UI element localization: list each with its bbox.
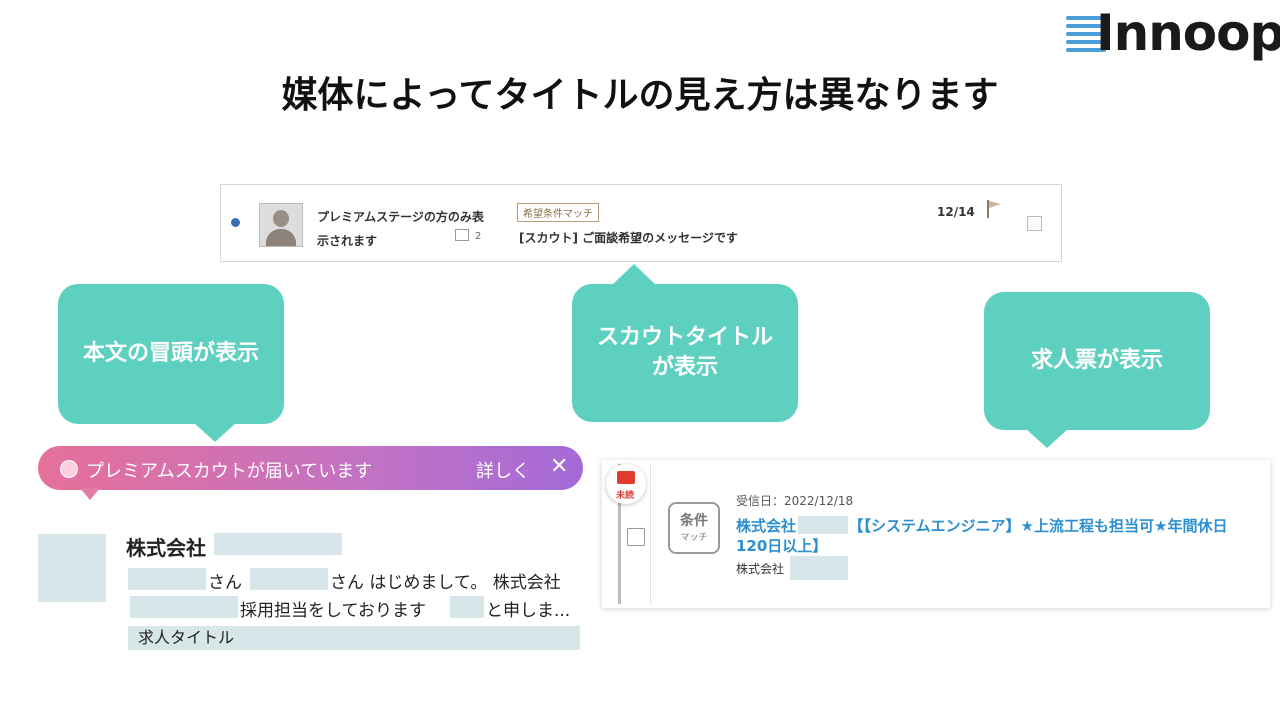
premium-scout-banner[interactable]: プレミアムスカウトが届いています 詳しく ✕ <box>38 446 583 490</box>
callout-body-preview: 本文の冒頭が表示 <box>58 284 284 424</box>
callout-line-1: スカウトタイトル <box>596 325 773 350</box>
page-title: 媒体によってタイトルの見え方は異なります <box>281 75 999 116</box>
scout-icon <box>60 460 78 478</box>
callout-scout-title: スカウトタイトル が表示 <box>572 284 798 422</box>
message-subject[interactable]: [スカウト] ご面談希望のメッセージです <box>519 229 738 246</box>
divider <box>650 464 651 604</box>
body-text: 採用担当をしております <box>240 601 426 621</box>
body-text: さん <box>208 573 242 593</box>
masked-text <box>450 596 484 618</box>
masked-text <box>798 516 848 534</box>
details-link[interactable]: 詳しく <box>476 457 530 483</box>
masked-text <box>128 568 206 590</box>
masked-text <box>214 533 342 555</box>
sender-line-1: プレミアムステージの方のみ表 <box>317 210 484 224</box>
callout-pointer <box>1025 428 1069 448</box>
banner-text: プレミアムスカウトが届いています <box>86 461 373 482</box>
close-icon[interactable]: ✕ <box>550 454 568 479</box>
logo-text: Innoop <box>1096 4 1280 62</box>
select-checkbox[interactable] <box>627 528 645 546</box>
banner-pointer <box>80 488 100 500</box>
flag-icon[interactable] <box>985 199 1003 219</box>
sender-name: プレミアムステージの方のみ表 示されます <box>317 205 507 253</box>
select-checkbox[interactable] <box>1027 216 1042 231</box>
masked-text <box>130 596 238 618</box>
badge-line-1: 条件 <box>680 513 708 529</box>
unread-badge: 未読 <box>606 464 646 504</box>
body-text: と申しま... <box>486 601 571 621</box>
body-text: さん はじめまして。 株式会社 <box>330 573 561 593</box>
message-list-row[interactable]: プレミアムステージの方のみ表 示されます 2 希望条件マッチ [スカウト] ご面… <box>220 184 1062 262</box>
callout-pointer <box>612 264 656 285</box>
unread-label: 未読 <box>616 491 635 501</box>
masked-text <box>790 556 848 580</box>
masked-text <box>250 568 328 590</box>
company-name: 株式会社 <box>126 536 206 560</box>
callout-line-2: が表示 <box>651 355 718 380</box>
thread-icon <box>455 229 469 241</box>
unread-dot-icon <box>231 218 240 227</box>
mail-icon <box>617 471 635 484</box>
avatar <box>259 203 303 247</box>
match-tag: 希望条件マッチ <box>517 203 599 222</box>
masked-avatar <box>38 534 106 602</box>
thread-count: 2 <box>475 231 482 242</box>
message-date: 12/14 <box>937 205 975 219</box>
callout-pointer <box>193 422 237 442</box>
condition-match-badge: 条件 マッチ <box>668 502 720 554</box>
received-date: 受信日：2022/12/18 <box>736 494 854 508</box>
badge-line-2: マッチ <box>680 533 708 543</box>
job-message-card[interactable]: 未読 条件 マッチ 受信日：2022/12/18 株式会社 【【システムエンジニ… <box>602 460 1270 608</box>
company-name: 株式会社 <box>736 562 785 576</box>
callout-job-posting: 求人票が表示 <box>984 292 1210 430</box>
job-title-label: 求人タイトル <box>128 626 580 650</box>
